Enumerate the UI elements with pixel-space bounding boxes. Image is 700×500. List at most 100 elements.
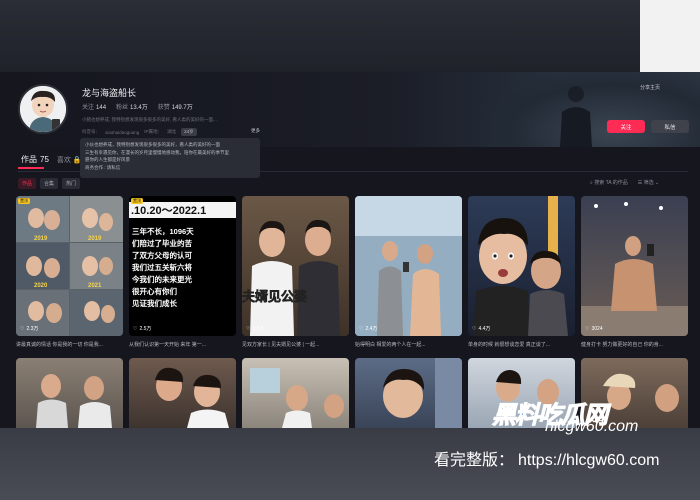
video-card[interactable]: ♡ 3024 健身打卡 努力做更好的自己 你的身... xyxy=(581,196,688,348)
stat-following-value: 144 xyxy=(96,105,107,111)
chip-hot[interactable]: 热门 xyxy=(62,178,81,189)
message-button[interactable]: 私信 xyxy=(651,120,689,133)
stat-followers[interactable]: 粉丝 13.4万 xyxy=(116,102,148,111)
tooltip-line: 商务合作 : 请私信 xyxy=(85,164,121,170)
video-overlay-text: 三年不长，1096天 们陪过了毕业的苦 了双方父母的认可 我们过五关斩六将 今我… xyxy=(132,227,194,308)
video-date-banner: .10.20～2022.1 xyxy=(129,202,236,218)
svg-text:2019: 2019 xyxy=(88,236,102,242)
video-card[interactable] xyxy=(355,358,462,428)
video-thumbnail[interactable] xyxy=(355,358,462,428)
video-thumbnail[interactable]: 2019 2021 2020 2019 置顶 ♡ 2.3万 xyxy=(16,196,123,336)
follow-button[interactable]: 关注 xyxy=(607,120,645,133)
chip-collections[interactable]: 合集 xyxy=(40,178,59,189)
video-thumbnail[interactable] xyxy=(129,358,236,428)
share-profile-link[interactable]: 分享主页 xyxy=(640,84,660,91)
svg-text:2021: 2021 xyxy=(88,283,102,289)
tab-works-label: 作品 xyxy=(21,155,37,164)
profile-app: 龙与海盗船长 关注 144 粉丝 13.4万 获赞 149.7万 小猪也想养成, 我特… xyxy=(0,72,700,428)
profile-id-line: 抖音号： xiaohaidaoguang IP属地： 湖北 24岁 xyxy=(82,128,197,136)
search-icon: ⌕ xyxy=(590,180,593,186)
tab-works-count: 75 xyxy=(40,155,49,164)
profile-header: 龙与海盗船长 关注 144 粉丝 13.4万 获赞 149.7万 小猪也想养成, 我特… xyxy=(0,72,700,147)
svg-text:2020: 2020 xyxy=(34,283,48,289)
chip-works[interactable]: 作品 xyxy=(18,178,37,189)
thumbnail-image xyxy=(383,358,462,428)
video-caption: 健身打卡 努力做更好的自己 你的身... xyxy=(581,342,663,348)
video-caption: 单身的时候 就很想谈恋爱 真正谈了... xyxy=(468,342,550,348)
watermark-full-label: 看完整版： xyxy=(434,452,515,469)
video-card[interactable] xyxy=(129,358,236,428)
video-likes-count: 1.6万 xyxy=(252,326,265,332)
video-likes: ♡ 2.3万 xyxy=(20,325,39,333)
video-thumbnail[interactable] xyxy=(16,358,123,428)
heart-icon: ♡ xyxy=(133,325,138,332)
profile-bio: 小猪也想养成, 我特别想发现很多很多的美好, 看人类的美好的一面... xyxy=(82,117,217,122)
video-card[interactable]: 夫婿见公婆 ♡ 1.6万 见双方家长 | 见夫婿见公婆 | 一起... xyxy=(242,196,349,348)
ip-value: 湖北 xyxy=(167,129,177,134)
thumbnail-image xyxy=(250,368,344,428)
video-caption: 见双方家长 | 见夫婿见公婆 | 一起... xyxy=(242,342,320,348)
video-card[interactable]: .10.20～2022.1 三年不长，1096天 们陪过了毕业的苦 了双方父母的… xyxy=(129,196,236,348)
tooltip-line: 小伙也想养成，我特别想发现很多很多的美好，看人类的美好的一面 xyxy=(85,142,220,147)
watermark-full-url: https://hlcgw60.com xyxy=(518,452,660,469)
avatar-cartoon-image xyxy=(20,86,66,132)
video-card[interactable]: ♡ 4.4万 单身的时候 就很想谈恋爱 真正谈了... xyxy=(468,196,575,348)
search-works-label: 搜索 TA 的作品 xyxy=(594,180,628,186)
heart-icon: ♡ xyxy=(20,325,25,332)
profile-stats: 关注 144 粉丝 13.4万 获赞 149.7万 xyxy=(82,102,193,111)
video-likes-count: 2.3万 xyxy=(26,326,39,332)
video-caption: 从我们认识第一天开始 来年 第一... xyxy=(129,342,206,348)
tab-works[interactable]: 作品 75 xyxy=(18,154,49,165)
video-thumbnail[interactable] xyxy=(242,358,349,428)
filter-chips: 作品 合集 热门 xyxy=(18,178,81,189)
filter-works[interactable]: ☰ 筛选 ⌄ xyxy=(638,179,659,186)
tooltip-line: 愿你的人生都是好风景 xyxy=(85,157,130,162)
heart-icon: ♡ xyxy=(246,325,251,332)
video-likes: ♡ 1.6万 xyxy=(246,325,265,333)
video-card[interactable] xyxy=(16,358,123,428)
watermark-full-version: 看完整版： https://hlcgw60.com xyxy=(430,446,659,470)
video-likes: ♡ 3024 xyxy=(585,326,603,332)
tab-likes-label: 喜欢 xyxy=(56,157,71,164)
mirror-selfie-thumbnail-image xyxy=(355,196,462,336)
active-tab-underline xyxy=(18,167,44,169)
video-card[interactable] xyxy=(242,358,349,428)
id-label: 抖音号： xyxy=(82,129,100,134)
video-thumbnail[interactable]: ♡ 3024 xyxy=(581,196,688,336)
stat-followers-label: 粉丝 xyxy=(116,105,129,111)
video-thumbnail[interactable]: .10.20～2022.1 三年不长，1096天 们陪过了毕业的苦 了双方父母的… xyxy=(129,196,236,336)
header-person-image xyxy=(560,86,592,147)
video-likes-count: 4.4万 xyxy=(478,326,491,332)
video-likes-count: 3024 xyxy=(591,326,603,332)
avatar[interactable] xyxy=(18,84,68,134)
top-banner xyxy=(0,0,640,72)
stat-following[interactable]: 关注 144 xyxy=(82,102,106,111)
svg-text:2019: 2019 xyxy=(34,236,48,242)
video-card[interactable]: ♡ 2.4万 始得明白 相爱的两个人在一起... xyxy=(355,196,462,348)
video-thumbnail[interactable]: ♡ 4.4万 xyxy=(468,196,575,336)
id-value: xiaohaidaoguang xyxy=(105,129,140,135)
ip-label: IP属地： xyxy=(144,129,163,134)
video-thumbnail[interactable]: ♡ 2.4万 xyxy=(355,196,462,336)
gym-selfie-thumbnail-image xyxy=(581,202,688,336)
stat-likes-label: 获赞 xyxy=(157,105,170,111)
work-tools: ⌕ 搜索 TA 的作品 ☰ 筛选 ⌄ xyxy=(590,179,659,186)
heart-icon: ♡ xyxy=(585,326,590,332)
stat-likes-value: 149.7万 xyxy=(171,105,193,111)
video-likes: ♡ 4.4万 xyxy=(472,325,491,333)
tab-likes[interactable]: 喜欢 🔒 xyxy=(57,155,82,165)
two-men-thumbnail-image xyxy=(250,219,340,336)
top-white-block xyxy=(640,0,700,72)
pinned-badge: 置顶 xyxy=(131,198,143,204)
video-likes: ♡ 2.4万 xyxy=(359,325,378,333)
video-likes-count: 2.4万 xyxy=(365,326,378,332)
search-works[interactable]: ⌕ 搜索 TA 的作品 xyxy=(590,179,628,186)
video-likes: ♡ 2.5万 xyxy=(133,325,151,333)
video-card[interactable]: 2019 2021 2020 2019 置顶 ♡ 2.3万 讲最真诚的情话 你是我… xyxy=(16,196,123,348)
filter-works-label: 筛选 xyxy=(643,180,654,186)
video-thumbnail[interactable]: 夫婿见公婆 ♡ 1.6万 xyxy=(242,196,349,336)
profile-tabs: 作品 75 喜欢 🔒 xyxy=(18,154,82,165)
bio-more-link[interactable]: 更多 xyxy=(251,128,260,134)
video-caption: 讲最真诚的情话 你是我的一切 你是我... xyxy=(16,342,103,348)
selfie-night-thumbnail-image xyxy=(473,196,568,336)
